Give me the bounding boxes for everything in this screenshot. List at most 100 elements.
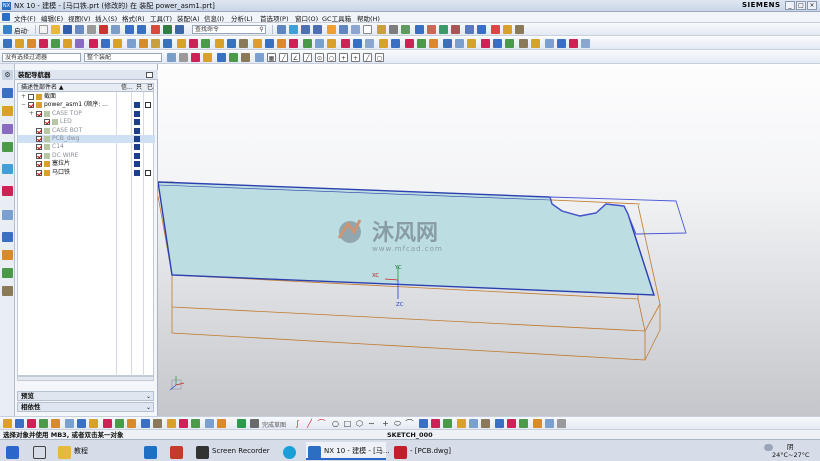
- move-component-icon[interactable]: [289, 39, 298, 48]
- chamfer-icon[interactable]: [139, 39, 148, 48]
- face-point-icon[interactable]: ◻: [375, 53, 384, 62]
- existing-point-icon[interactable]: +: [351, 53, 360, 62]
- assembly-navigator-tab-icon[interactable]: [2, 88, 13, 98]
- visibility-checkbox[interactable]: [28, 102, 34, 109]
- select-all-icon[interactable]: [167, 53, 176, 62]
- layer-icon[interactable]: [277, 25, 286, 34]
- mid-point-icon[interactable]: [229, 53, 238, 62]
- visibility-checkbox[interactable]: [36, 169, 42, 176]
- open-folder-icon[interactable]: [51, 25, 60, 34]
- draft-icon[interactable]: [163, 39, 172, 48]
- intersection-point-icon[interactable]: [255, 53, 264, 62]
- move-icon[interactable]: [477, 25, 486, 34]
- tree-row[interactable]: CASE BOT: [18, 127, 155, 135]
- explode-icon[interactable]: [315, 39, 324, 48]
- menu-insert[interactable]: 插入(S): [95, 13, 117, 23]
- start-menu-button[interactable]: [6, 442, 20, 460]
- grid-snap-icon[interactable]: ▦: [267, 53, 276, 62]
- customize-icon[interactable]: [581, 39, 590, 48]
- search-icon[interactable]: ⚲: [257, 25, 266, 34]
- shaded-icon[interactable]: [327, 25, 336, 34]
- end-point-icon[interactable]: [217, 53, 226, 62]
- system-materials-tab-icon[interactable]: [2, 232, 13, 242]
- redo-icon[interactable]: [137, 25, 146, 34]
- model-canvas[interactable]: ~~ YC XC ZC 沐风网 www.mfcad.com: [157, 64, 820, 416]
- chevron-down-icon[interactable]: ⌄: [146, 393, 151, 400]
- layout-icon[interactable]: [515, 25, 524, 34]
- arc-icon[interactable]: ⌒: [317, 419, 326, 428]
- save-as-icon[interactable]: [75, 25, 84, 34]
- ellipse-icon[interactable]: ⬭: [393, 419, 402, 428]
- wireframe-icon[interactable]: [339, 25, 348, 34]
- add-component-icon[interactable]: [253, 39, 262, 48]
- snap-icon[interactable]: [451, 25, 460, 34]
- sequence-icon[interactable]: [365, 39, 374, 48]
- command-finder-icon[interactable]: [163, 25, 172, 34]
- update-model-icon[interactable]: [533, 419, 542, 428]
- expand-toggle-icon[interactable]: −: [21, 101, 26, 109]
- menu-assembly[interactable]: 装配(A): [177, 13, 200, 23]
- graphics-viewport[interactable]: ~~ YC XC ZC 沐风网 www.mfcad.com: [157, 64, 820, 416]
- arc-tool-icon[interactable]: [51, 419, 60, 428]
- circle-icon[interactable]: ○: [331, 419, 340, 428]
- visibility-checkbox[interactable]: [36, 110, 42, 117]
- taskbar-item-edge[interactable]: [283, 442, 299, 460]
- mirror-icon[interactable]: [189, 39, 198, 48]
- manufacturing-wizard-tab-icon[interactable]: [2, 286, 13, 296]
- menu-info[interactable]: 信息(I): [204, 13, 224, 23]
- print-icon[interactable]: [87, 25, 96, 34]
- navigator-maximize-icon[interactable]: [146, 72, 153, 78]
- menu-preferences[interactable]: 首选项(P): [260, 13, 289, 23]
- arc-center-snap-icon[interactable]: ⊙: [315, 53, 324, 62]
- column-name[interactable]: 描述性部件名 ▲: [21, 84, 64, 91]
- trim-body-icon[interactable]: [215, 39, 224, 48]
- subtract-icon[interactable]: [101, 39, 110, 48]
- thicken-icon[interactable]: [429, 39, 438, 48]
- assembly-cut-icon[interactable]: [327, 39, 336, 48]
- profile-curve-icon[interactable]: ∫: [293, 419, 302, 428]
- close-button[interactable]: ×: [807, 1, 817, 10]
- constraint-icon[interactable]: [277, 39, 286, 48]
- start-icon[interactable]: [3, 25, 12, 34]
- pole-snap-icon[interactable]: ╱: [363, 53, 372, 62]
- reuse-library-tab-icon[interactable]: [2, 142, 13, 152]
- preview-panel[interactable]: 预览: [17, 391, 154, 401]
- create-inferred-icon[interactable]: [481, 419, 490, 428]
- menu-help[interactable]: 帮助(H): [357, 13, 380, 23]
- process-studio-tab-icon[interactable]: [2, 250, 13, 260]
- flange-icon[interactable]: [493, 39, 502, 48]
- pad-icon[interactable]: [75, 39, 84, 48]
- rapid-dimension-icon[interactable]: [167, 419, 176, 428]
- app-menu-icon[interactable]: [2, 13, 10, 21]
- menu-edit[interactable]: 编辑(E): [41, 13, 63, 23]
- visibility-checkbox[interactable]: [44, 119, 50, 126]
- gc-tool-icon[interactable]: [519, 39, 528, 48]
- expand-toggle-icon[interactable]: +: [21, 93, 26, 101]
- orient-view-icon[interactable]: [351, 25, 360, 34]
- boss-icon[interactable]: [51, 39, 60, 48]
- tangent-snap-icon[interactable]: ╱: [303, 53, 312, 62]
- menu-tools[interactable]: 工具(T): [150, 13, 172, 23]
- more-sketch-icon[interactable]: [557, 419, 566, 428]
- wcs-icon[interactable]: [415, 25, 424, 34]
- tree-row[interactable]: LED: [18, 118, 155, 126]
- circle-tool-icon[interactable]: [39, 419, 48, 428]
- expand-toggle-icon[interactable]: +: [29, 110, 34, 118]
- rectangle-outline-icon[interactable]: □: [343, 419, 352, 428]
- menu-analysis[interactable]: 分析(L): [231, 13, 253, 23]
- point-on-curve-icon[interactable]: +: [339, 53, 348, 62]
- pencil-icon[interactable]: [491, 25, 500, 34]
- drafting-icon[interactable]: [379, 39, 388, 48]
- visibility-checkbox[interactable]: [36, 144, 42, 151]
- constraint-tool-icon[interactable]: [431, 419, 440, 428]
- measure-icon[interactable]: [427, 25, 436, 34]
- profile-icon[interactable]: [15, 419, 24, 428]
- inferred-constraints-icon[interactable]: [469, 419, 478, 428]
- tree-row[interactable]: 塞拉片: [18, 160, 155, 168]
- visibility-checkbox[interactable]: [36, 136, 42, 142]
- new-component-icon[interactable]: [265, 39, 274, 48]
- conic-icon[interactable]: ⌒: [405, 419, 414, 428]
- sheet-metal-icon[interactable]: [481, 39, 490, 48]
- tree-row[interactable]: − power_asm1 (顺序: ...: [18, 101, 155, 109]
- pattern-icon[interactable]: [177, 39, 186, 48]
